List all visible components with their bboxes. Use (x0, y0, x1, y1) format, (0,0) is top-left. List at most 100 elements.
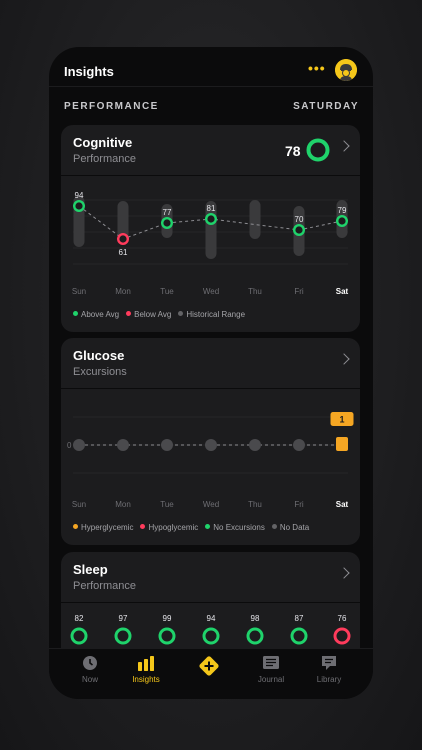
no-data-point (73, 439, 85, 451)
tab-label: Insights (132, 675, 160, 684)
tab-library[interactable]: Library (299, 649, 359, 699)
tab-add[interactable] (179, 649, 239, 699)
data-label: 76 (338, 614, 347, 623)
legend-item: Historical Range (178, 310, 245, 319)
data-point (160, 217, 173, 230)
no-data-point (161, 439, 173, 451)
legend-item: Hypoglycemic (140, 523, 198, 532)
card-title: Cognitive (73, 135, 133, 150)
legend-dot (140, 524, 146, 529)
score-ring-icon (306, 138, 330, 162)
glucose-legend: Hyperglycemic Hypoglycemic No Excursions No… (73, 523, 316, 532)
score-ring (333, 627, 351, 645)
data-label: 82 (75, 614, 84, 623)
data-label: 98 (251, 614, 260, 623)
day-tick-label: Tue (160, 287, 174, 296)
legend-item: Above Avg (73, 310, 119, 319)
chevron-right-icon[interactable] (338, 567, 350, 579)
day-tick-label: Sat (336, 500, 349, 509)
top-bar: Insights ••• (49, 47, 373, 87)
card-subtitle: Performance (73, 153, 136, 165)
legend-dot (126, 311, 132, 316)
sleep-card[interactable]: Sleep Performance 82 97 99 94 98 87 76 (61, 552, 360, 662)
data-point (292, 224, 305, 237)
score-ring (70, 627, 88, 645)
avatar[interactable] (335, 59, 357, 81)
clock-icon (83, 656, 97, 670)
no-data-point (117, 439, 129, 451)
data-label: 99 (163, 614, 172, 623)
data-label: 97 (119, 614, 128, 623)
legend-label: Hypoglycemic (148, 523, 199, 532)
card-title: Sleep (73, 562, 108, 577)
tab-label: Library (316, 675, 342, 684)
tab-journal[interactable]: Journal (241, 649, 301, 699)
tab-now[interactable]: Now (60, 649, 120, 699)
tab-label: Now (81, 675, 98, 684)
library-icon (322, 656, 336, 670)
journal-icon (263, 656, 279, 669)
bar-chart-icon (138, 656, 154, 671)
excursion-bar (336, 437, 348, 451)
legend-item: Below Avg (126, 310, 171, 319)
page-title: Insights (64, 64, 114, 79)
more-options-icon[interactable]: ••• (308, 61, 326, 75)
profile-icon (335, 59, 357, 81)
tab-insights[interactable]: Insights (116, 649, 176, 699)
day-tick-label: Wed (203, 287, 219, 296)
card-subtitle: Excursions (73, 366, 127, 378)
score-ring (246, 627, 264, 645)
score-ring (202, 627, 220, 645)
day-tick-label: Sat (336, 287, 349, 296)
no-data-point (205, 439, 217, 451)
day-tick-label: Mon (115, 500, 131, 509)
day-tick-label: Fri (294, 500, 304, 509)
day-tick-label: Tue (160, 500, 174, 509)
data-point (336, 215, 349, 228)
chevron-right-icon[interactable] (338, 140, 350, 152)
legend-label: No Excursions (213, 523, 265, 532)
data-label: 79 (338, 206, 347, 215)
data-label: 94 (75, 191, 84, 200)
cognitive-score: 78 (285, 143, 301, 159)
day-tick-label: Wed (203, 500, 219, 509)
section-title: PERFORMANCE (64, 101, 159, 112)
cognitive-card[interactable]: Cognitive Performance 78 94 61 77 81 70 79 Sun… (61, 125, 360, 332)
glucose-chart: 0 1 Sun Mon Tue Wed Thu Fri Sat (67, 412, 354, 509)
no-data-point (293, 439, 305, 451)
legend-dot (178, 311, 184, 316)
legend-dot (271, 524, 277, 529)
cognitive-chart: 94 61 77 81 70 79 Sun Mon Tue Wed Thu Fri Sat (72, 191, 349, 296)
score-ring (114, 627, 132, 645)
phone-screen: Insights ••• PERFORMANCE SATURDAY Cognit… (49, 47, 373, 699)
legend-label: Historical Range (186, 310, 246, 319)
cognitive-legend: Above Avg Below Avg Historical Range (73, 310, 252, 319)
card-title: Glucose (73, 348, 125, 363)
add-diamond-icon (199, 656, 219, 676)
day-tick-label: Thu (248, 500, 262, 509)
chevron-right-icon[interactable] (338, 353, 350, 365)
score-ring (158, 627, 176, 645)
tab-bar: Now Insights Journal Library (49, 648, 373, 699)
day-tick-label: Sun (72, 287, 86, 296)
day-tick-label: Thu (248, 287, 262, 296)
data-point (204, 213, 217, 226)
data-point (72, 200, 86, 213)
legend-label: No Data (279, 523, 310, 532)
data-label: 81 (207, 204, 216, 213)
legend-label: Below Avg (134, 310, 172, 319)
data-label: 87 (295, 614, 304, 623)
section-day: SATURDAY (293, 101, 359, 112)
day-tick-label: Sun (72, 500, 86, 509)
value-badge-label: 1 (339, 415, 344, 425)
glucose-card[interactable]: Glucose Excursions 0 1 Sun Mon Tue Wed Thu Fri S… (61, 338, 360, 545)
day-tick-label: Mon (115, 287, 131, 296)
data-label: 94 (207, 614, 216, 623)
data-label: 77 (163, 208, 172, 217)
data-label: 61 (119, 248, 128, 257)
legend-label: Hyperglycemic (81, 523, 134, 532)
legend-label: Above Avg (81, 310, 120, 319)
y-axis-label: 0 (67, 441, 72, 450)
day-tick-label: Fri (294, 287, 304, 296)
legend-dot (73, 524, 78, 529)
